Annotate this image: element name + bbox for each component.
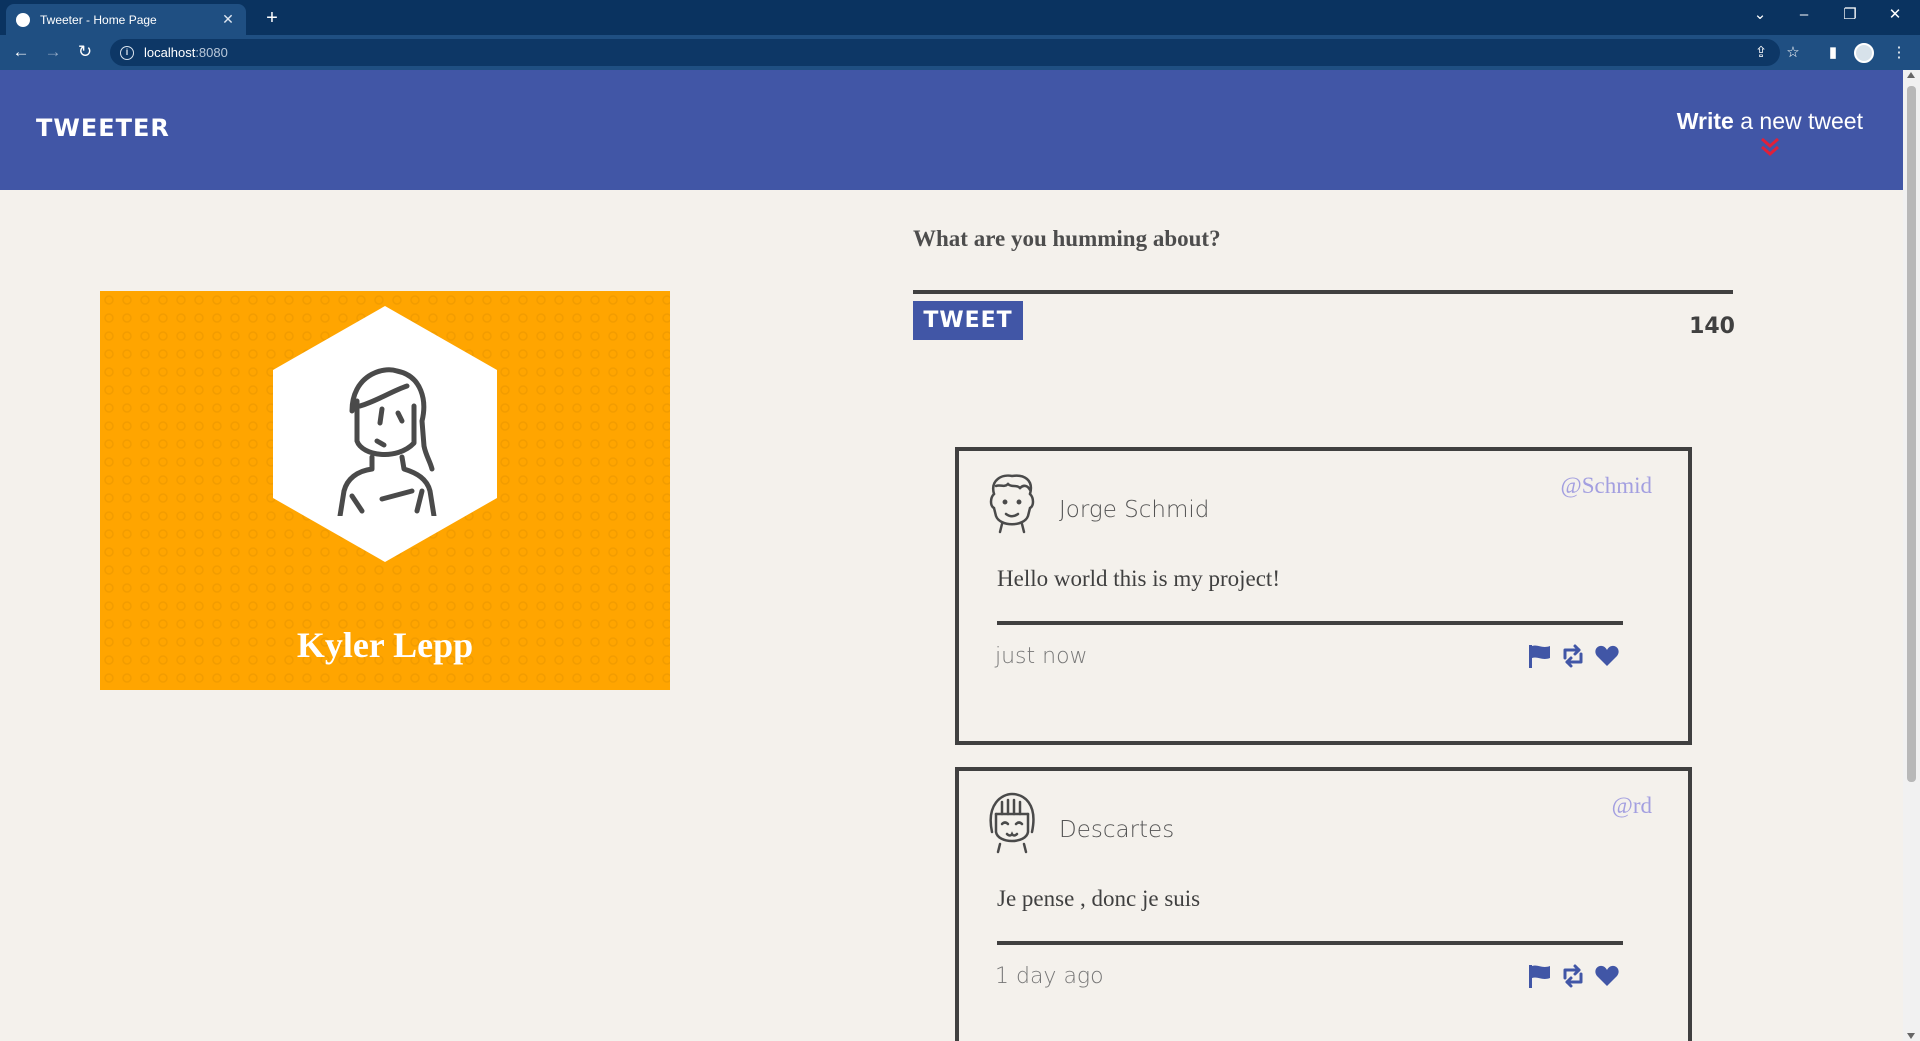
new-tab-button[interactable]: + [258, 5, 286, 31]
site-brand[interactable]: TWEETER [36, 114, 170, 142]
compose-label: What are you humming about? [913, 226, 1221, 251]
scrollbar-thumb[interactable] [1907, 86, 1916, 782]
bookmark-star-icon[interactable]: ☆ [1780, 39, 1806, 66]
close-window-icon[interactable]: ✕ [1877, 2, 1913, 28]
retweet-icon[interactable] [1560, 963, 1586, 989]
side-panel-icon[interactable]: ▮ [1820, 39, 1846, 66]
browser-toolbar: ← → ↻ i localhost:8080 ⇪ ☆ ▮ ⋮ [0, 35, 1920, 70]
retweet-icon[interactable] [1560, 643, 1586, 669]
flag-icon[interactable] [1526, 963, 1552, 989]
profile-avatar[interactable] [1854, 43, 1874, 63]
heart-icon[interactable] [1594, 643, 1620, 669]
tweet-author: Descartes [1059, 817, 1175, 843]
forward-icon[interactable]: → [40, 39, 66, 65]
url-host: localhost [144, 45, 196, 60]
browser-chrome: Tweeter - Home Page ✕ + ⌄ – ❐ ✕ ← → ↻ i … [0, 0, 1920, 70]
tweet-divider [997, 941, 1623, 945]
page-viewport: TWEETER Write a new tweet Kyler Lepp Wha… [0, 70, 1903, 1041]
browser-menu-icon[interactable]: ⋮ [1886, 39, 1912, 66]
tweet-card: Descartes @rd Je pense , donc je suis 1 … [955, 767, 1692, 1041]
tweet-actions [1526, 643, 1620, 669]
tweet-timestamp: 1 day ago [995, 964, 1104, 989]
tweet-handle[interactable]: @rd [1612, 793, 1652, 819]
flag-icon[interactable] [1526, 643, 1552, 669]
tweet-textarea[interactable] [913, 268, 1733, 294]
tweet-divider [997, 621, 1623, 625]
tweet-content: Hello world this is my project! [997, 566, 1280, 591]
page-scrollbar[interactable] [1903, 70, 1920, 1041]
write-tweet-toggle[interactable]: Write a new tweet [1677, 108, 1863, 157]
tweet-content: Je pense , donc je suis [997, 886, 1201, 911]
tab-search-icon[interactable]: ⌄ [1742, 2, 1778, 28]
back-icon[interactable]: ← [8, 39, 34, 65]
restore-icon[interactable]: ❐ [1832, 2, 1868, 28]
minimize-icon[interactable]: – [1786, 2, 1822, 28]
share-icon[interactable]: ⇪ [1748, 39, 1774, 66]
reload-icon[interactable]: ↻ [72, 39, 98, 65]
profile-name: Kyler Lepp [296, 625, 474, 665]
site-navbar: TWEETER Write a new tweet [0, 70, 1903, 190]
profile-card: Kyler Lepp [100, 291, 670, 690]
tweet-button[interactable]: TWEET [913, 301, 1023, 340]
globe-icon [16, 12, 30, 27]
browser-tab[interactable]: Tweeter - Home Page ✕ [6, 4, 246, 35]
tweet-author: Jorge Schmid [1059, 497, 1210, 523]
close-tab-icon[interactable]: ✕ [220, 11, 236, 28]
write-label-bold: Write [1676, 108, 1734, 134]
site-info-icon[interactable]: i [120, 45, 134, 60]
man-avatar-icon [989, 474, 1035, 534]
heart-icon[interactable] [1594, 963, 1620, 989]
address-bar[interactable]: i localhost:8080 [110, 39, 1780, 66]
write-label-rest: a new tweet [1733, 108, 1863, 134]
double-chevron-down-icon[interactable] [1759, 137, 1781, 157]
scroll-down-icon[interactable] [1907, 1033, 1915, 1039]
character-counter: 140 [1689, 314, 1735, 339]
tweet-timestamp: just now [995, 644, 1088, 669]
woman-avatar-icon [337, 367, 437, 516]
tweet-actions [1526, 963, 1620, 989]
woman-avatar-icon [989, 792, 1035, 854]
scroll-up-icon[interactable] [1907, 72, 1915, 78]
url-port: :8080 [195, 45, 228, 60]
tab-title: Tweeter - Home Page [40, 12, 157, 27]
tweet-card: Jorge Schmid @Schmid Hello world this is… [955, 447, 1692, 745]
tweet-handle[interactable]: @Schmid [1561, 473, 1652, 499]
